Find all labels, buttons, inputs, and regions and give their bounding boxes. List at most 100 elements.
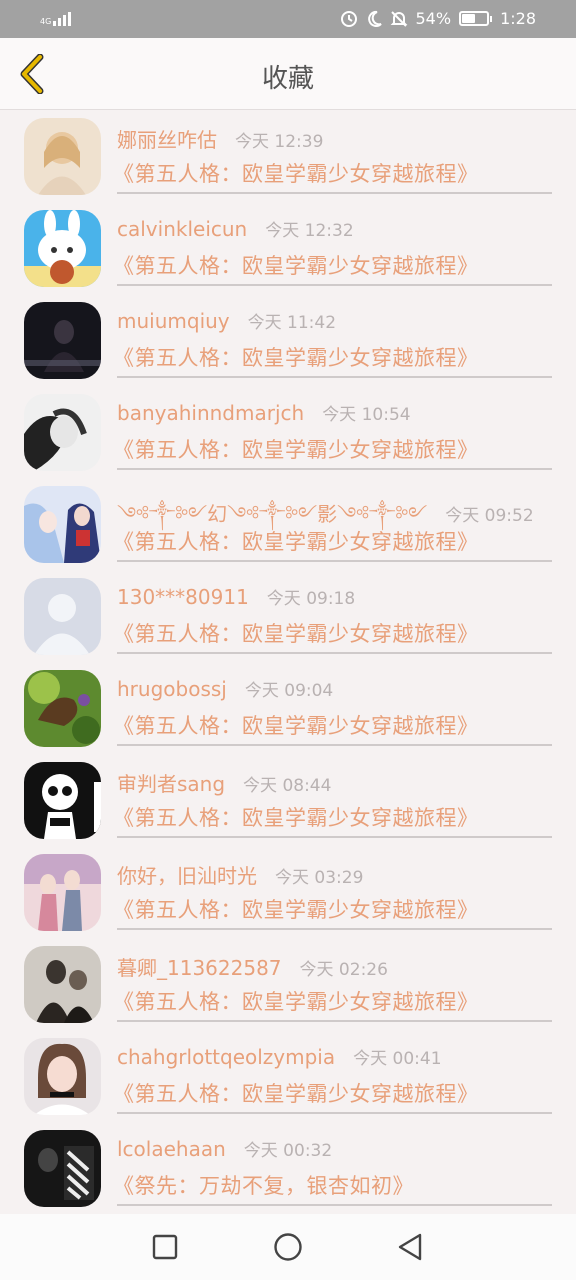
timestamp: 今天 12:32 <box>265 221 354 241</box>
avatar-image <box>24 118 101 195</box>
name-row: banyahinndmarjch 今天 10:54 <box>117 400 552 430</box>
avatar-image <box>24 670 101 747</box>
book-title[interactable]: 《第五人格：欧皇学霸少女穿越旅程》 <box>113 526 552 556</box>
avatar[interactable] <box>24 946 101 1023</box>
item-info: lcolaehaan 今天 00:32 《祭先：万劫不复，银杏如初》 <box>113 1136 552 1206</box>
timestamp: 今天 02:26 <box>299 960 388 980</box>
avatar-image <box>24 394 101 471</box>
list-item[interactable]: 娜丽丝咋估 今天 12:39 《第五人格：欧皇学霸少女穿越旅程》 <box>0 110 576 202</box>
list-item[interactable]: banyahinndmarjch 今天 10:54 《第五人格：欧皇学霸少女穿越… <box>0 386 576 478</box>
timestamp: 今天 00:41 <box>353 1049 442 1069</box>
item-info: hrugobossj 今天 09:04 《第五人格：欧皇学霸少女穿越旅程》 <box>113 676 552 746</box>
book-title[interactable]: 《第五人格：欧皇学霸少女穿越旅程》 <box>113 986 552 1016</box>
avatar-image <box>24 946 101 1023</box>
user-name[interactable]: chahgrlottqeolzympia <box>117 1045 335 1069</box>
book-title[interactable]: 《第五人格：欧皇学霸少女穿越旅程》 <box>113 1078 552 1108</box>
book-title[interactable]: 《第五人格：欧皇学霸少女穿越旅程》 <box>113 434 552 464</box>
list-item[interactable]: ༺༒༻幻༺༒༻影༺༒༻ 今天 09:52 《第五人格：欧皇学霸少女穿越旅程》 <box>0 478 576 570</box>
avatar[interactable] <box>24 210 101 287</box>
timestamp: 今天 09:04 <box>244 681 334 701</box>
timestamp: 今天 09:52 <box>445 506 534 526</box>
home-button[interactable] <box>271 1230 305 1264</box>
book-title[interactable]: 《祭先：万劫不复，银杏如初》 <box>113 1170 552 1200</box>
item-info: 你好，旧汕时光 今天 03:29 《第五人格：欧皇学霸少女穿越旅程》 <box>113 860 552 930</box>
favorites-list: 娜丽丝咋估 今天 12:39 《第五人格：欧皇学霸少女穿越旅程》 calvink… <box>0 110 576 1214</box>
avatar[interactable] <box>24 1130 101 1207</box>
back-nav-button[interactable] <box>393 1230 427 1264</box>
name-row: 娜丽丝咋估 今天 12:39 <box>117 124 552 154</box>
battery-icon <box>459 11 493 26</box>
item-info: banyahinndmarjch 今天 10:54 《第五人格：欧皇学霸少女穿越… <box>113 400 552 470</box>
user-name[interactable]: 130***80911 <box>117 585 249 609</box>
book-title[interactable]: 《第五人格：欧皇学霸少女穿越旅程》 <box>113 710 552 740</box>
book-title[interactable]: 《第五人格：欧皇学霸少女穿越旅程》 <box>113 802 552 832</box>
recents-button[interactable] <box>148 1230 182 1264</box>
list-item[interactable]: calvinkleicun 今天 12:32 《第五人格：欧皇学霸少女穿越旅程》 <box>0 202 576 294</box>
name-row: hrugobossj 今天 09:04 <box>117 676 552 706</box>
recents-square-icon <box>152 1234 178 1260</box>
signal-group: 4G <box>40 10 72 26</box>
user-name[interactable]: 暮卿_113622587 <box>117 952 282 981</box>
book-title[interactable]: 《第五人格：欧皇学霸少女穿越旅程》 <box>113 250 552 280</box>
user-name[interactable]: 娜丽丝咋估 <box>117 124 217 153</box>
item-info: 暮卿_113622587 今天 02:26 《第五人格：欧皇学霸少女穿越旅程》 <box>113 952 552 1022</box>
name-row: calvinkleicun 今天 12:32 <box>117 216 552 246</box>
avatar[interactable] <box>24 394 101 471</box>
timestamp: 今天 12:39 <box>235 132 324 152</box>
user-name[interactable]: 审判者sang <box>117 768 225 797</box>
avatar[interactable] <box>24 670 101 747</box>
user-name[interactable]: lcolaehaan <box>117 1137 226 1161</box>
clock-sync-icon <box>340 10 357 27</box>
book-title[interactable]: 《第五人格：欧皇学霸少女穿越旅程》 <box>113 158 552 188</box>
timestamp: 今天 09:18 <box>266 589 356 609</box>
item-info: 130***80911 今天 09:18 《第五人格：欧皇学霸少女穿越旅程》 <box>113 584 552 654</box>
bell-muted-icon <box>390 10 407 27</box>
avatar[interactable] <box>24 854 101 931</box>
system-nav-bar <box>0 1214 576 1280</box>
list-item[interactable]: 暮卿_113622587 今天 02:26 《第五人格：欧皇学霸少女穿越旅程》 <box>0 938 576 1030</box>
name-row: muiumqiuy 今天 11:42 <box>117 308 552 338</box>
list-item[interactable]: 你好，旧汕时光 今天 03:29 《第五人格：欧皇学霸少女穿越旅程》 <box>0 846 576 938</box>
header: 收藏 <box>0 38 576 110</box>
list-item[interactable]: lcolaehaan 今天 00:32 《祭先：万劫不复，银杏如初》 <box>0 1122 576 1214</box>
name-row: 审判者sang 今天 08:44 <box>117 768 552 798</box>
list-item[interactable]: chahgrlottqeolzympia 今天 00:41 《第五人格：欧皇学霸… <box>0 1030 576 1122</box>
avatar[interactable] <box>24 486 101 563</box>
signal-icon <box>53 10 72 26</box>
avatar-image <box>24 210 101 287</box>
book-title[interactable]: 《第五人格：欧皇学霸少女穿越旅程》 <box>113 342 552 372</box>
list-item[interactable]: muiumqiuy 今天 11:42 《第五人格：欧皇学霸少女穿越旅程》 <box>0 294 576 386</box>
book-title[interactable]: 《第五人格：欧皇学霸少女穿越旅程》 <box>113 894 552 924</box>
book-title[interactable]: 《第五人格：欧皇学霸少女穿越旅程》 <box>113 618 552 648</box>
list-item[interactable]: 130***80911 今天 09:18 《第五人格：欧皇学霸少女穿越旅程》 <box>0 570 576 662</box>
timestamp: 今天 08:44 <box>243 776 332 796</box>
name-row: chahgrlottqeolzympia 今天 00:41 <box>117 1044 552 1074</box>
timestamp: 今天 11:42 <box>247 313 337 333</box>
user-name[interactable]: hrugobossj <box>117 677 227 701</box>
item-info: calvinkleicun 今天 12:32 《第五人格：欧皇学霸少女穿越旅程》 <box>113 216 552 286</box>
list-item[interactable]: hrugobossj 今天 09:04 《第五人格：欧皇学霸少女穿越旅程》 <box>0 662 576 754</box>
user-name[interactable]: calvinkleicun <box>117 217 247 241</box>
avatar[interactable] <box>24 302 101 379</box>
avatar[interactable] <box>24 1038 101 1115</box>
item-info: chahgrlottqeolzympia 今天 00:41 《第五人格：欧皇学霸… <box>113 1044 552 1114</box>
user-name[interactable]: muiumqiuy <box>117 309 230 333</box>
name-row: 暮卿_113622587 今天 02:26 <box>117 952 552 982</box>
item-info: 娜丽丝咋估 今天 12:39 《第五人格：欧皇学霸少女穿越旅程》 <box>113 124 552 194</box>
avatar[interactable] <box>24 578 101 655</box>
user-name[interactable]: banyahinndmarjch <box>117 401 304 425</box>
name-row: lcolaehaan 今天 00:32 <box>117 1136 552 1166</box>
avatar[interactable] <box>24 762 101 839</box>
network-type: 4G <box>40 17 52 26</box>
status-right: 54% 1:28 <box>340 9 536 28</box>
home-circle-icon <box>274 1233 302 1261</box>
avatar[interactable] <box>24 118 101 195</box>
avatar-image <box>24 1038 101 1115</box>
page-title: 收藏 <box>261 64 314 94</box>
list-item[interactable]: 审判者sang 今天 08:44 《第五人格：欧皇学霸少女穿越旅程》 <box>0 754 576 846</box>
user-name[interactable]: 你好，旧汕时光 <box>117 860 257 889</box>
avatar-image <box>24 762 101 839</box>
status-time: 1:28 <box>500 9 536 28</box>
avatar-image <box>24 578 101 655</box>
moon-icon <box>367 10 382 27</box>
